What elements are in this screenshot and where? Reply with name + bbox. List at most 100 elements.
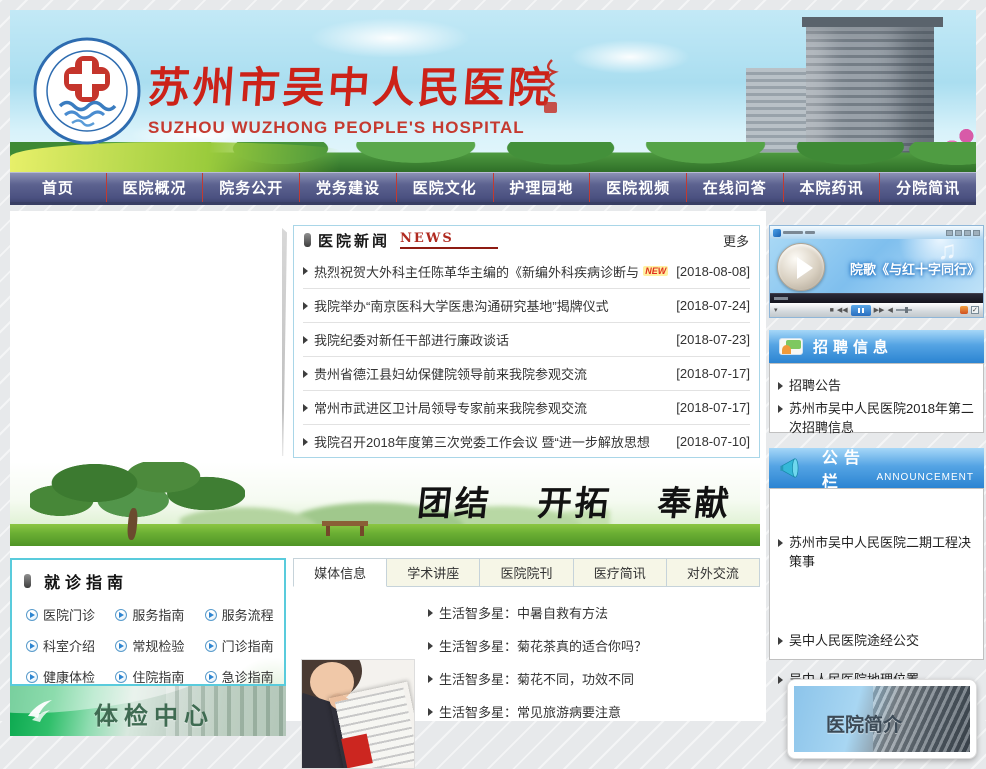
news-more-link[interactable]: 更多	[723, 231, 749, 250]
player-file-text	[805, 231, 815, 234]
arrow-bullet-icon	[303, 336, 308, 344]
media-article-link[interactable]: 生活智多星：常见旅游病要注意	[439, 702, 621, 721]
guide-item-link[interactable]: 常规检验	[103, 630, 192, 661]
calligraphy-signature-mark	[538, 58, 564, 116]
speaker-icon[interactable]: ◀	[887, 307, 892, 314]
nav-item[interactable]: 首页	[10, 173, 106, 202]
guide-item-label: 住院指南	[132, 667, 184, 686]
guide-item-label: 科室介绍	[43, 636, 95, 655]
play-button[interactable]	[777, 243, 825, 291]
news-item-link[interactable]: 我院纪委对新任干部进行廉政谈话	[314, 330, 509, 349]
tab[interactable]: 媒体信息	[293, 558, 387, 587]
previous-icon[interactable]: ◀◀	[837, 307, 848, 314]
record-icon[interactable]	[960, 306, 968, 314]
bench-decoration	[322, 521, 368, 536]
tab[interactable]: 医院院刊	[480, 558, 573, 587]
announcement-item[interactable]: 吴中人民医院途经公交	[778, 631, 975, 650]
announcement-section-header: 公告栏 ANNOUNCEMENT	[769, 448, 984, 488]
news-item-link[interactable]: 我院举办“南京医科大学医患沟通研究基地”揭牌仪式	[314, 296, 609, 315]
arrow-bullet-icon	[778, 405, 783, 413]
guide-item-label: 门诊指南	[222, 636, 274, 655]
guide-item-link[interactable]: 科室介绍	[14, 630, 103, 661]
volume-slider[interactable]	[896, 309, 912, 311]
circle-arrow-icon	[205, 640, 217, 652]
guide-item-link[interactable]: 医院门诊	[14, 599, 103, 630]
intro-title: 医院简介	[826, 710, 902, 737]
guide-item-link[interactable]: 门诊指南	[193, 630, 282, 661]
media-article-thumbnail[interactable]	[301, 659, 415, 769]
media-article-link[interactable]: 生活智多星：中暑自救有方法	[439, 603, 608, 622]
news-item-link[interactable]: 常州市武进区卫计局领导专家前来我院参观交流	[314, 398, 587, 417]
recruit-section-header: 招聘信息	[769, 330, 984, 363]
nav-item[interactable]: 党务建设	[299, 173, 396, 202]
guide-item-link[interactable]: 服务流程	[193, 599, 282, 630]
tab[interactable]: 对外交流	[667, 558, 760, 587]
news-item-date: [2018-07-23]	[668, 332, 750, 347]
arrow-bullet-icon	[303, 438, 308, 446]
guide-header: 就诊指南	[12, 560, 284, 597]
media-article-row: 生活智多星：菊花不同，功效不同	[428, 662, 760, 695]
pause-button[interactable]	[851, 305, 871, 316]
nav-item[interactable]: 分院简讯	[879, 173, 976, 202]
recruit-list-box: 招聘公告 苏州市吴中人民医院2018年第二次招聘信息	[769, 363, 984, 433]
announcement-item[interactable]: 苏州市吴中人民医院二期工程决策事	[778, 533, 975, 571]
tab-bar: 媒体信息学术讲座医院院刊医疗简讯对外交流	[293, 558, 760, 587]
stop-icon[interactable]: ■	[830, 307, 834, 314]
news-item-link[interactable]: 热烈祝贺大外科主任陈革华主编的《新编外科疾病诊断与治	[314, 262, 638, 281]
window-controls	[946, 230, 980, 236]
announcement-item-link[interactable]: 苏州市吴中人民医院二期工程决策事	[789, 533, 975, 571]
player-screen: ♫ ♪ 院歌《与红十字同行》	[770, 239, 983, 293]
playlist-toggle-icon[interactable]: ▾	[774, 307, 778, 314]
settings-check-icon[interactable]: ✓	[971, 306, 979, 314]
guide-item-link[interactable]: 服务指南	[103, 599, 192, 630]
news-item-link[interactable]: 贵州省德江县妇幼保健院领导前来我院参观交流	[314, 364, 587, 383]
nav-item[interactable]: 医院文化	[396, 173, 493, 202]
announcement-item-link[interactable]: 吴中人民医院途经公交	[789, 631, 919, 650]
next-icon[interactable]: ▶▶	[874, 307, 885, 314]
news-item-date: [2018-07-24]	[668, 298, 750, 313]
tab-content: 生活智多星：中暑自救有方法 生活智多星：菊花茶真的适合你吗？ 生活智多星：菊花不…	[293, 587, 760, 721]
media-article-link[interactable]: 生活智多星：菊花茶真的适合你吗？	[439, 636, 647, 655]
menu-window-icon[interactable]	[946, 230, 953, 236]
arrow-bullet-icon	[303, 404, 308, 412]
nav-item[interactable]: 在线问答	[686, 173, 783, 202]
circle-arrow-icon	[115, 671, 127, 683]
nav-item[interactable]: 医院视频	[589, 173, 686, 202]
tree-decoration	[30, 462, 245, 532]
circle-arrow-icon	[115, 609, 127, 621]
guide-item-label: 服务流程	[222, 605, 274, 624]
arrow-bullet-icon	[428, 642, 433, 650]
circle-arrow-icon	[205, 671, 217, 683]
news-item-date: [2018-07-17]	[668, 400, 750, 415]
nav-item[interactable]: 医院概况	[106, 173, 203, 202]
exam-center-banner[interactable]: 体检中心	[10, 686, 286, 736]
info-tabs-section: 媒体信息学术讲座医院院刊医疗简讯对外交流 生活智多星：中暑自救有方法 生活智多星…	[293, 558, 760, 721]
minimize-icon[interactable]	[955, 230, 962, 236]
photo-slideshow-placeholder[interactable]	[12, 222, 280, 458]
recruit-item-link[interactable]: 招聘公告	[789, 376, 841, 395]
arrow-bullet-icon	[428, 675, 433, 683]
volume-knob[interactable]	[905, 307, 908, 313]
close-icon[interactable]	[973, 230, 980, 236]
media-article-link[interactable]: 生活智多星：菊花不同，功效不同	[439, 669, 634, 688]
news-row: 我院纪委对新任干部进行廉政谈话 [2018-07-23]	[303, 322, 750, 356]
tab[interactable]: 学术讲座	[387, 558, 480, 587]
maximize-icon[interactable]	[964, 230, 971, 236]
slogan-word: 开拓	[535, 476, 614, 525]
nav-item[interactable]: 护理园地	[493, 173, 590, 202]
nav-item[interactable]: 院务公开	[202, 173, 299, 202]
arrow-bullet-icon	[303, 267, 308, 275]
recruit-item[interactable]: 苏州市吴中人民医院2018年第二次招聘信息	[778, 399, 975, 437]
media-article-row: 生活智多星：菊花茶真的适合你吗？	[428, 629, 760, 662]
player-logo-icon	[773, 229, 781, 237]
tab[interactable]: 医疗简讯	[574, 558, 667, 587]
visit-guide-box: 就诊指南 医院门诊 服务指南 服务流程 科室介绍	[10, 558, 286, 686]
news-item-link[interactable]: 我院召开2018年度第三次党委工作会议 暨“进一步解放思想	[314, 432, 650, 451]
recruit-item[interactable]: 招聘公告	[778, 376, 975, 395]
recruit-item-link[interactable]: 苏州市吴中人民医院2018年第二次招聘信息	[789, 399, 975, 437]
media-article-row: 生活智多星：常见旅游病要注意	[428, 695, 760, 728]
nav-item[interactable]: 本院药讯	[783, 173, 880, 202]
news-row: 我院举办“南京医科大学医患沟通研究基地”揭牌仪式 [2018-07-24]	[303, 288, 750, 322]
hospital-intro-card[interactable]: 医院简介	[787, 679, 977, 759]
player-progress-bar[interactable]	[770, 293, 983, 303]
